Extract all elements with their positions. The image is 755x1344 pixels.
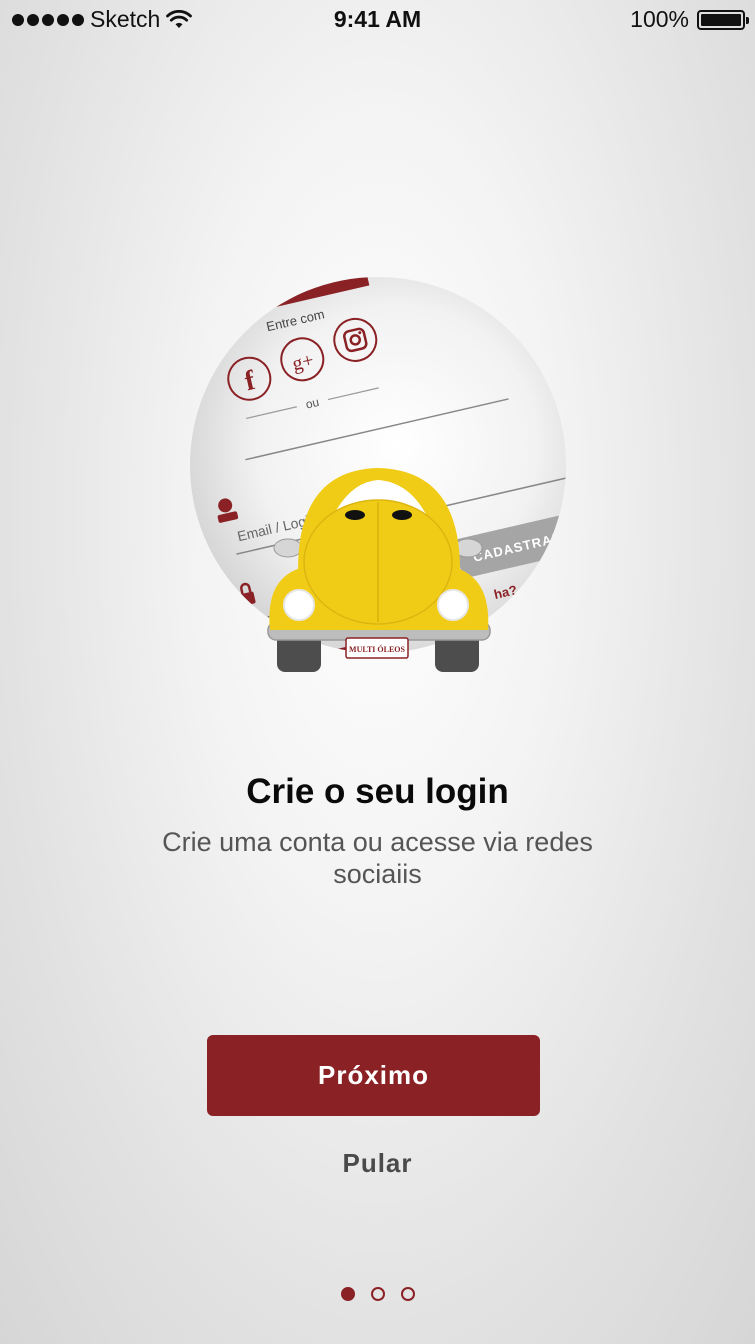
page-dot-1[interactable] [340,1287,355,1301]
onboarding-subtitle: Crie uma conta ou acesse via redes socia… [162,827,593,889]
status-bar: Sketch 9:41 AM 100% [0,0,755,38]
page-dot-3[interactable] [400,1287,415,1301]
skip-button[interactable]: Pular [0,1148,755,1179]
next-button-label: Próximo [317,1060,430,1090]
battery-percent: 100% [630,6,689,32]
plate-label: MULTI ÓLEOS [349,644,405,654]
login-illustration: Entre com f g+ ou Email / Login CADASTRA… [190,277,566,672]
next-button[interactable]: Próximo [207,1035,540,1116]
battery-icon [697,9,749,30]
status-right: 100% [630,6,749,33]
page-dot-2[interactable] [370,1287,385,1301]
page-indicator [0,1287,755,1301]
onboarding-title: Crie o seu login [246,772,509,811]
